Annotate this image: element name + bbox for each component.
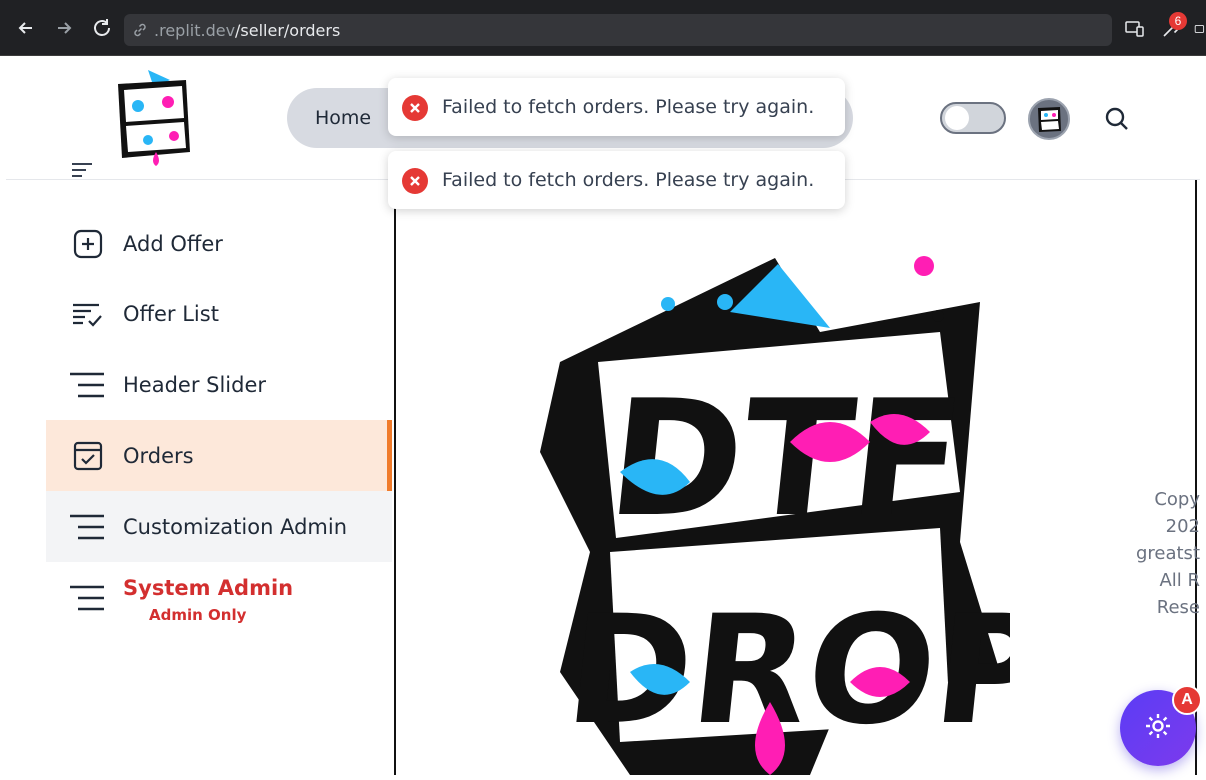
- menu-lines-icon: [68, 578, 108, 618]
- sidebar-item-system-admin[interactable]: System Admin Admin Only: [46, 562, 392, 633]
- dtf-drop-hero-logo: DTF DROP: [520, 252, 1055, 775]
- link-icon: [132, 21, 150, 39]
- checklist-icon: [68, 294, 108, 334]
- sidebar-item-add-offer[interactable]: Add Offer: [46, 208, 392, 279]
- sidebar-item-customization-admin[interactable]: Customization Admin: [46, 491, 392, 562]
- extension-badge: 6: [1169, 12, 1187, 30]
- svg-text:DROP: DROP: [559, 583, 1010, 758]
- footer-line: Rese: [1156, 597, 1200, 618]
- gear-icon: [1143, 711, 1173, 746]
- url-path: /seller/orders: [235, 20, 341, 40]
- fab-badge: A: [1172, 685, 1202, 715]
- dtf-drop-logo[interactable]: [108, 66, 198, 170]
- footer-line: Copy: [1154, 489, 1200, 510]
- toast-message: Failed to fetch orders. Please try again…: [442, 96, 815, 118]
- add-square-icon: [68, 224, 108, 264]
- sidebar-item-label: System Admin: [123, 576, 294, 600]
- sidebar-item-header-slider[interactable]: Header Slider: [46, 349, 392, 420]
- reload-icon[interactable]: [90, 16, 114, 40]
- sidebar-item-orders[interactable]: Orders: [46, 420, 392, 491]
- forward-icon[interactable]: [52, 16, 76, 40]
- sidebar-item-label: Add Offer: [123, 231, 223, 256]
- back-icon[interactable]: [14, 16, 38, 40]
- admin-only-label: Admin Only: [149, 606, 247, 624]
- sidebar: Add Offer Offer List Header Slider Order…: [46, 180, 392, 775]
- menu-lines-icon: [68, 365, 108, 405]
- window-icon[interactable]: [1194, 18, 1206, 40]
- url-domain: .replit.dev: [154, 20, 236, 40]
- nav-home-link[interactable]: Home: [315, 107, 371, 129]
- sidebar-item-label: Header Slider: [123, 372, 267, 397]
- error-toast[interactable]: Failed to fetch orders. Please try again…: [388, 151, 845, 209]
- footer-line: greatst: [1135, 543, 1200, 564]
- browser-toolbar: .replit.dev/seller/orders 6: [0, 0, 1206, 56]
- svg-text:DTF: DTF: [600, 365, 971, 551]
- sidebar-item-offer-list[interactable]: Offer List: [46, 278, 392, 349]
- theme-toggle[interactable]: [940, 102, 1006, 134]
- footer-line: 202: [1165, 516, 1200, 537]
- calendar-check-icon: [68, 436, 108, 476]
- error-icon: [402, 95, 428, 121]
- sidebar-item-label: Offer List: [123, 301, 219, 326]
- error-icon: [402, 168, 428, 194]
- devices-icon[interactable]: [1124, 18, 1146, 40]
- footer-copyright: Copy 202 greatst All R Rese: [1130, 486, 1200, 621]
- toast-message: Failed to fetch orders. Please try again…: [442, 169, 815, 191]
- toggle-knob: [945, 106, 969, 130]
- menu-lines-icon: [68, 507, 108, 547]
- avatar[interactable]: [1028, 98, 1070, 140]
- sidebar-item-label: Orders: [123, 443, 194, 468]
- error-toast[interactable]: Failed to fetch orders. Please try again…: [388, 78, 845, 136]
- sidebar-item-label: Customization Admin: [123, 514, 348, 539]
- active-indicator: [387, 420, 392, 491]
- search-icon[interactable]: [1104, 106, 1130, 132]
- footer-line: All R: [1159, 570, 1200, 591]
- address-bar[interactable]: .replit.dev/seller/orders: [124, 14, 1112, 46]
